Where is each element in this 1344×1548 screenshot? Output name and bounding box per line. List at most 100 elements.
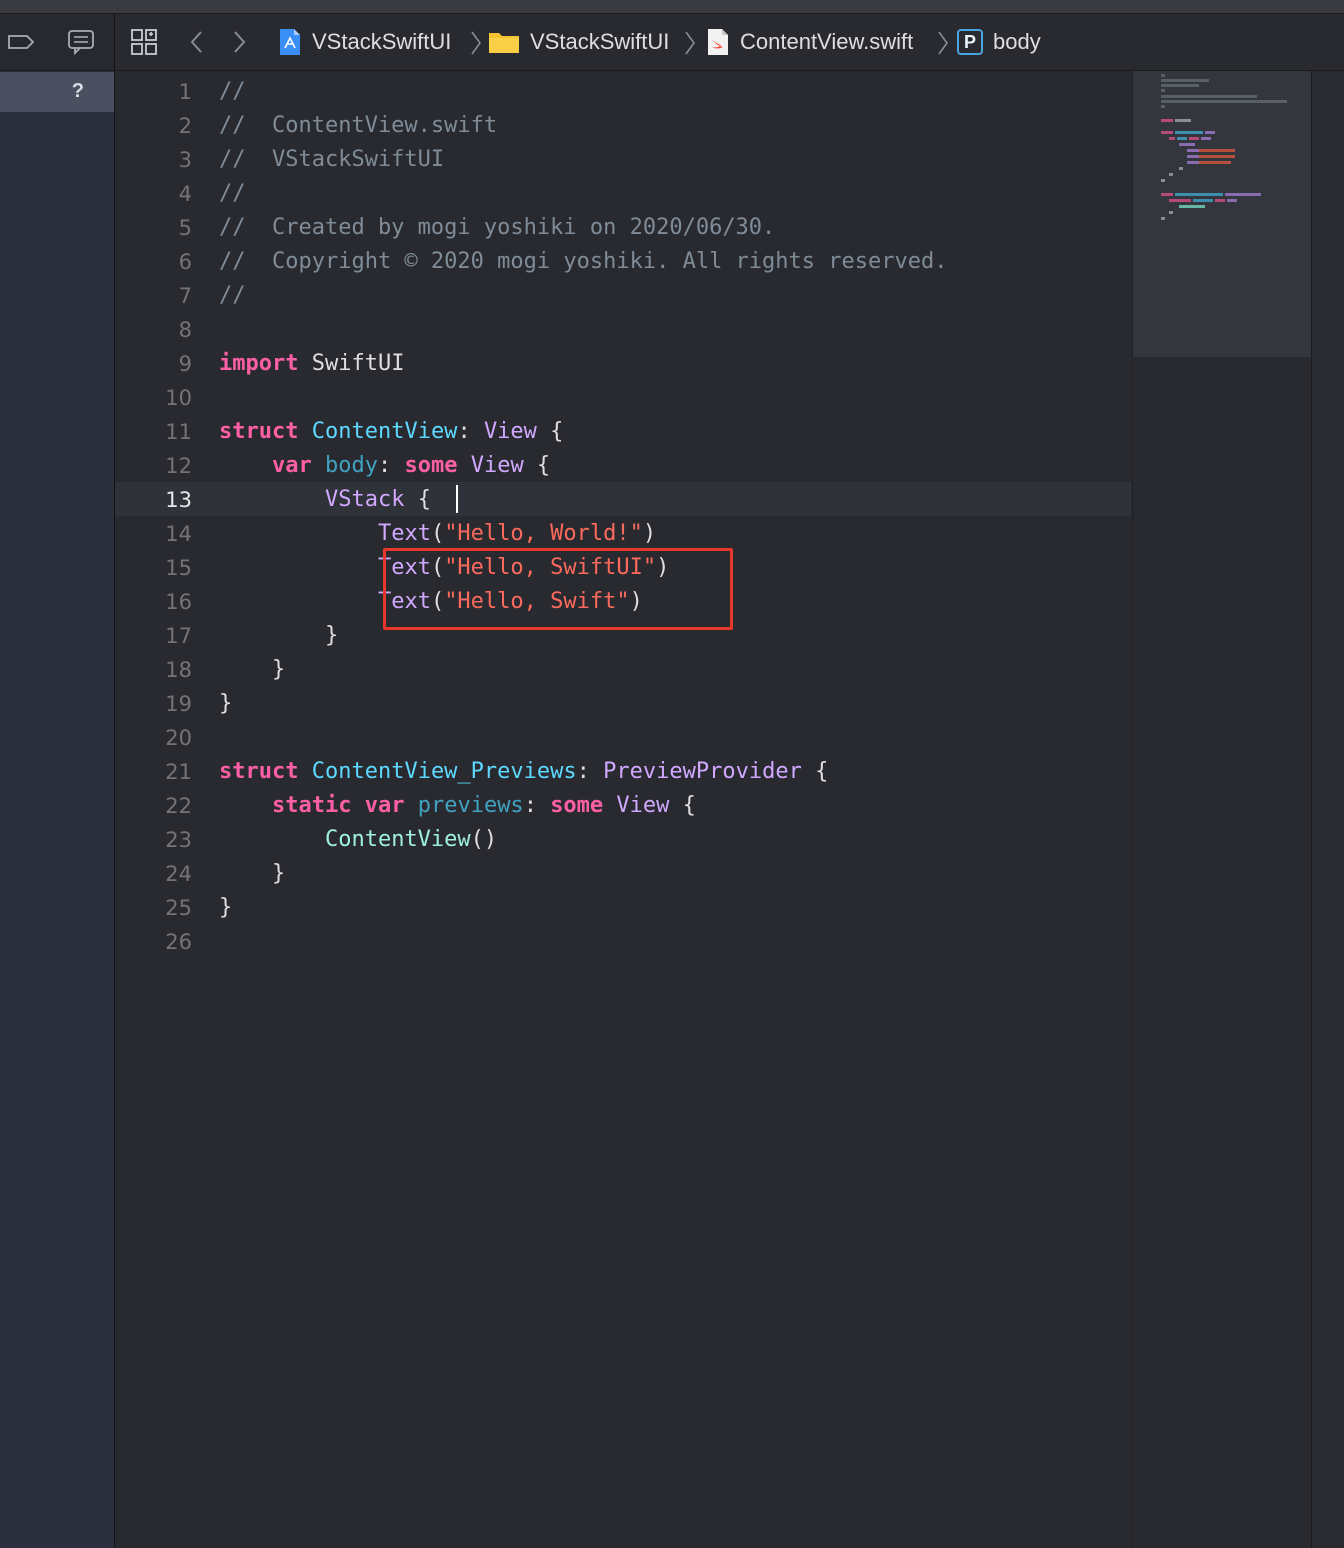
line-number[interactable]: 23 bbox=[115, 823, 192, 857]
breadcrumb-file[interactable]: ContentView.swift bbox=[706, 28, 913, 56]
code-token: } bbox=[219, 895, 233, 920]
line-number[interactable]: 26 bbox=[115, 925, 192, 959]
code-token: static bbox=[271, 793, 352, 818]
line-number[interactable]: 20 bbox=[115, 721, 192, 755]
code-editor[interactable]: 1 2 3 4 5 6 7 8 9 10 11 12 13 14 15 16 17 18 19 20 21 22 23 24 2… bbox=[115, 71, 1131, 1548]
code-line[interactable]: import SwiftUI bbox=[219, 347, 404, 381]
minimap-line bbox=[1199, 149, 1235, 152]
code-line[interactable]: // bbox=[219, 279, 246, 313]
line-number[interactable]: 16 bbox=[115, 585, 192, 619]
code-line[interactable]: var body: some View { bbox=[219, 449, 550, 483]
line-number[interactable]: 6 bbox=[115, 245, 192, 279]
help-label: ? bbox=[71, 80, 84, 102]
minimap-line bbox=[1179, 167, 1183, 170]
line-number[interactable]: 22 bbox=[115, 789, 192, 823]
minimap-line bbox=[1169, 211, 1173, 214]
code-token: ( bbox=[430, 521, 445, 546]
code-token: } bbox=[219, 657, 286, 682]
line-number[interactable]: 4 bbox=[115, 177, 192, 211]
code-line[interactable]: // VStackSwiftUI bbox=[219, 143, 444, 177]
minimap-line bbox=[1161, 89, 1165, 92]
code-line[interactable]: VStack { bbox=[219, 483, 431, 517]
minimap-line bbox=[1175, 131, 1203, 134]
property-icon: P bbox=[957, 29, 983, 55]
code-token: // VStackSwiftUI bbox=[219, 147, 445, 172]
code-token: ContentView bbox=[311, 419, 458, 444]
line-number[interactable]: 15 bbox=[115, 551, 192, 585]
code-token: some bbox=[550, 793, 604, 818]
line-number[interactable]: 8 bbox=[115, 313, 192, 347]
code-line[interactable]: static var previews: some View { bbox=[219, 789, 696, 823]
code-token: struct bbox=[219, 419, 299, 444]
code-token: : bbox=[523, 793, 551, 818]
line-number[interactable]: 13 bbox=[115, 483, 192, 517]
minimap-line bbox=[1205, 131, 1215, 134]
breadcrumb-folder[interactable]: VStackSwiftUI bbox=[488, 28, 669, 56]
breadcrumb-project[interactable]: VStackSwiftUI bbox=[278, 28, 451, 56]
code-line[interactable]: } bbox=[219, 891, 232, 925]
code-token: { bbox=[801, 759, 829, 784]
line-number[interactable]: 21 bbox=[115, 755, 192, 789]
line-number[interactable]: 12 bbox=[115, 449, 192, 483]
line-number[interactable]: 25 bbox=[115, 891, 192, 925]
line-number[interactable]: 2 bbox=[115, 109, 192, 143]
code-line[interactable]: Text("Hello, World!") bbox=[219, 517, 656, 551]
code-line[interactable]: } bbox=[219, 653, 285, 687]
code-token: ContentView bbox=[324, 827, 471, 852]
breadcrumb-symbol-label: body bbox=[993, 29, 1041, 54]
navigator-selected-row[interactable]: ? bbox=[0, 72, 114, 112]
comment-bubble-icon[interactable] bbox=[66, 28, 96, 56]
code-token: } bbox=[219, 861, 286, 886]
minimap-line bbox=[1161, 79, 1209, 82]
minimap-line bbox=[1179, 143, 1195, 146]
minimap-viewport[interactable] bbox=[1133, 71, 1311, 357]
code-line[interactable]: // bbox=[219, 75, 246, 109]
code-line[interactable]: // Created by mogi yoshiki on 2020/06/30… bbox=[219, 211, 775, 245]
code-token: previews bbox=[417, 793, 524, 818]
line-number[interactable]: 18 bbox=[115, 653, 192, 687]
breadcrumb-separator-icon bbox=[938, 31, 948, 55]
line-number[interactable]: 10 bbox=[115, 381, 192, 415]
code-token: { bbox=[523, 453, 551, 478]
code-line[interactable]: struct ContentView: View { bbox=[219, 415, 563, 449]
vertical-scrollbar[interactable] bbox=[1311, 71, 1344, 1548]
code-token: } bbox=[219, 691, 233, 716]
minimap-line bbox=[1175, 193, 1223, 196]
minimap-line bbox=[1161, 95, 1257, 98]
code-line[interactable]: struct ContentView_Previews: PreviewProv… bbox=[219, 755, 828, 789]
related-items-grid-icon[interactable] bbox=[129, 27, 159, 57]
minimap-line bbox=[1161, 217, 1165, 220]
line-number[interactable]: 7 bbox=[115, 279, 192, 313]
line-number[interactable]: 19 bbox=[115, 687, 192, 721]
line-number[interactable]: 17 bbox=[115, 619, 192, 653]
line-number[interactable]: 11 bbox=[115, 415, 192, 449]
folder-icon bbox=[489, 33, 519, 53]
line-number[interactable]: 1 bbox=[115, 75, 192, 109]
line-number[interactable]: 5 bbox=[115, 211, 192, 245]
code-line[interactable]: ContentView() bbox=[219, 823, 497, 857]
minimap-line bbox=[1161, 84, 1199, 87]
code-line[interactable]: // Copyright © 2020 mogi yoshiki. All ri… bbox=[219, 245, 947, 279]
line-number[interactable]: 3 bbox=[115, 143, 192, 177]
code-line[interactable]: // ContentView.swift bbox=[219, 109, 497, 143]
code-line[interactable]: } bbox=[219, 687, 232, 721]
breakpoint-tag-icon[interactable] bbox=[6, 28, 36, 56]
minimap[interactable] bbox=[1132, 71, 1311, 1548]
code-line[interactable]: // bbox=[219, 177, 246, 211]
code-token: // bbox=[219, 283, 246, 308]
chevron-right-icon[interactable] bbox=[229, 27, 251, 57]
code-line[interactable]: } bbox=[219, 857, 285, 891]
chevron-left-icon[interactable] bbox=[185, 27, 207, 57]
code-line[interactable]: } bbox=[219, 619, 338, 653]
code-token: // bbox=[219, 181, 246, 206]
code-token: ) bbox=[642, 521, 657, 546]
line-number[interactable]: 24 bbox=[115, 857, 192, 891]
line-number[interactable]: 14 bbox=[115, 517, 192, 551]
line-number[interactable]: 9 bbox=[115, 347, 192, 381]
breadcrumb-symbol[interactable]: P body bbox=[957, 28, 1041, 56]
annotation-highlight-box bbox=[383, 548, 733, 630]
